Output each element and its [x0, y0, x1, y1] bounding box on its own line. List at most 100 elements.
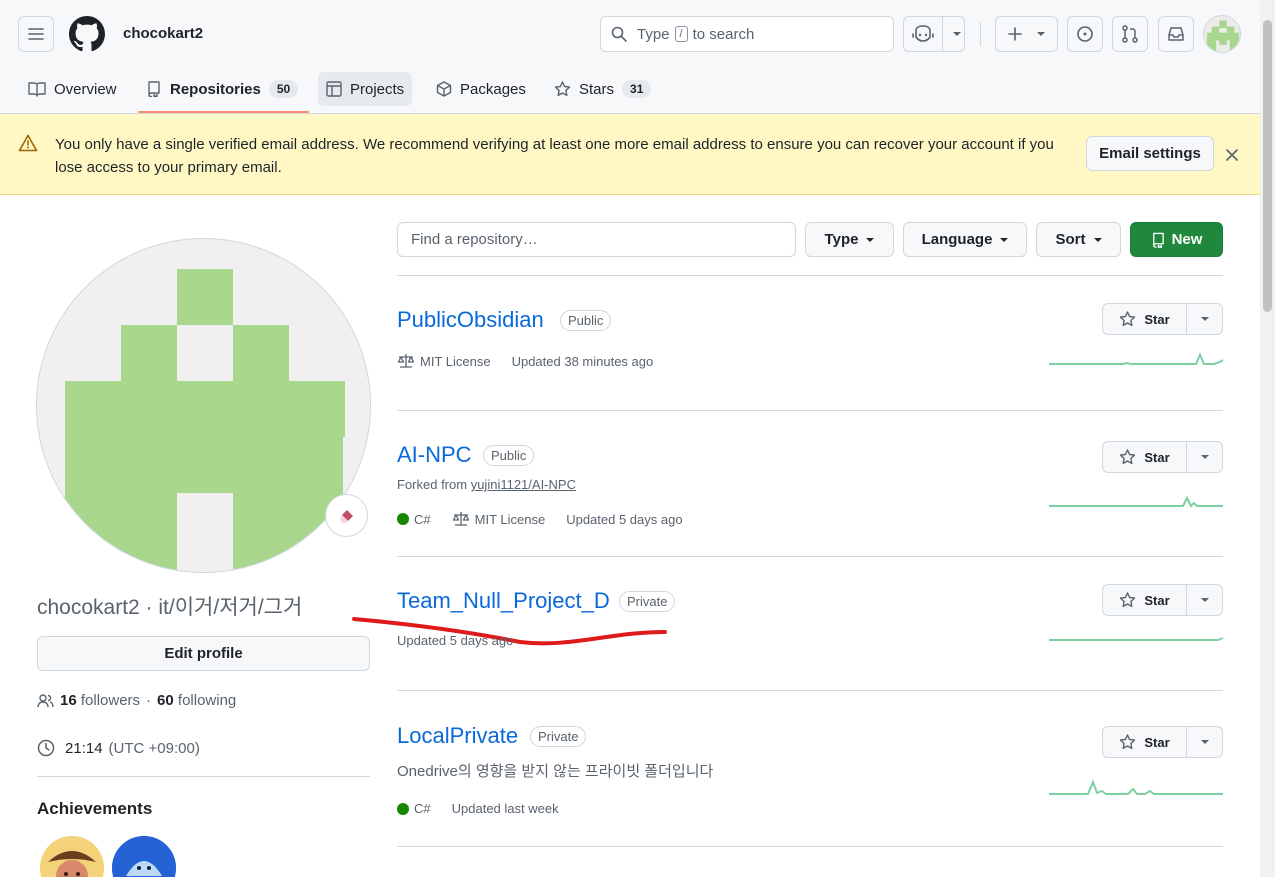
language-color-dot — [397, 802, 409, 815]
new-repository-label: New — [1171, 231, 1203, 248]
language-label: C# — [414, 801, 431, 816]
tab-packages[interactable]: Packages — [428, 72, 534, 106]
new-repository-button[interactable]: New — [1130, 222, 1223, 257]
username-breadcrumb[interactable]: chocokart2 — [123, 25, 203, 42]
type-filter-button[interactable]: Type — [805, 222, 894, 257]
language-filter-label: Language — [921, 231, 993, 248]
identicon-avatar — [1207, 20, 1239, 51]
github-logo-icon[interactable] — [69, 16, 105, 52]
forked-prefix: Forked from — [397, 477, 468, 492]
star-list-dropdown[interactable] — [1187, 727, 1222, 757]
tab-overview[interactable]: Overview — [20, 72, 125, 106]
achievement-badge-shark[interactable] — [112, 836, 176, 877]
star-icon — [554, 81, 571, 97]
language-color-dot — [397, 513, 409, 525]
caret-down-icon — [1000, 237, 1009, 242]
repo-name-link[interactable]: Team_Null_Project_D — [397, 588, 610, 614]
followers-link[interactable]: 16 followers — [60, 692, 140, 709]
language-filter-button[interactable]: Language — [903, 222, 1027, 257]
star-button-group: Star — [1102, 441, 1223, 473]
star-button[interactable]: Star — [1103, 442, 1187, 472]
search-key-hint: / — [674, 26, 688, 42]
star-label: Star — [1144, 734, 1170, 750]
repo-meta: Updated 5 days ago — [397, 633, 534, 648]
inbox-button[interactable] — [1158, 16, 1194, 52]
clock-icon — [37, 739, 55, 757]
page-scrollbar[interactable] — [1260, 0, 1275, 877]
package-icon — [436, 81, 452, 97]
issues-button[interactable] — [1067, 16, 1103, 52]
close-icon[interactable] — [1225, 148, 1239, 162]
cowboy-octocat-badge-icon — [40, 836, 104, 877]
law-icon — [452, 512, 469, 526]
repo-icon — [1152, 232, 1164, 248]
repo-divider — [397, 410, 1223, 411]
table-icon — [326, 81, 342, 97]
edit-profile-button[interactable]: Edit profile — [37, 636, 370, 671]
repo-description: Onedrive의 영향을 받지 않는 프라이빗 폴더입니다 — [397, 763, 714, 780]
language-info: C# — [397, 512, 431, 527]
forked-source-link[interactable]: yujini1121/AI-NPC — [471, 477, 576, 492]
tab-stars-label: Stars — [579, 80, 615, 98]
tab-projects[interactable]: Projects — [318, 72, 413, 106]
language-info: C# — [397, 801, 431, 816]
license-label: MIT License — [420, 353, 491, 369]
chevron-down-icon — [953, 32, 961, 36]
sidebar-divider — [37, 776, 370, 777]
scrollbar-thumb[interactable] — [1263, 20, 1272, 312]
star-button-group: Star — [1102, 303, 1223, 335]
inbox-icon — [1168, 27, 1184, 41]
caret-down-icon — [866, 237, 875, 242]
license-info: MIT License — [452, 511, 546, 527]
stars-count-badge: 31 — [622, 80, 652, 98]
email-settings-button[interactable]: Email settings — [1086, 136, 1214, 171]
status-emoji-button[interactable] — [325, 494, 368, 537]
repo-meta: MIT License Updated 38 minutes ago — [397, 353, 674, 369]
repo-name-link[interactable]: LocalPrivate — [397, 723, 518, 749]
banner-message: You only have a single verified email ad… — [55, 136, 1054, 176]
caret-down-icon — [1200, 740, 1209, 744]
sort-filter-button[interactable]: Sort — [1036, 222, 1121, 257]
achievement-badge-yolo[interactable] — [40, 836, 104, 877]
license-label: MIT License — [474, 511, 546, 527]
profile-avatar[interactable] — [36, 238, 371, 573]
star-list-dropdown[interactable] — [1187, 585, 1222, 615]
star-button[interactable]: Star — [1103, 585, 1187, 615]
tab-stars[interactable]: Stars 31 — [546, 72, 659, 106]
copilot-button[interactable] — [903, 16, 965, 52]
book-icon — [28, 82, 46, 97]
create-new-button[interactable] — [995, 16, 1058, 52]
star-list-dropdown[interactable] — [1187, 442, 1222, 472]
plus-icon — [1007, 27, 1022, 41]
license-info: MIT License — [397, 353, 491, 369]
achievements-heading: Achievements — [37, 799, 153, 818]
repo-name-link[interactable]: AI-NPC — [397, 442, 472, 468]
issue-opened-icon — [1077, 26, 1093, 42]
activity-sparkline — [1049, 779, 1223, 795]
sort-filter-label: Sort — [1055, 231, 1086, 248]
followers-row: 16 followers · 60 following — [37, 692, 236, 709]
star-icon — [1120, 734, 1136, 750]
star-list-dropdown[interactable] — [1187, 304, 1222, 334]
repo-meta: C# Updated last week — [397, 801, 580, 816]
law-icon — [397, 354, 415, 368]
visibility-badge: Private — [619, 591, 676, 612]
star-button[interactable]: Star — [1103, 727, 1187, 757]
active-tab-indicator — [138, 111, 309, 113]
menu-button[interactable] — [18, 16, 54, 52]
pull-requests-button[interactable] — [1112, 16, 1148, 52]
repo-divider — [397, 846, 1223, 847]
star-label: Star — [1144, 449, 1170, 465]
find-repository-input[interactable]: Find a repository… — [397, 222, 796, 257]
tab-repositories[interactable]: Repositories 50 — [138, 72, 306, 106]
repo-divider — [397, 556, 1223, 557]
profile-tabs: Overview Repositories 50 Projects Packag… — [0, 68, 1260, 114]
repo-name-link[interactable]: PublicObsidian — [397, 307, 544, 333]
caret-down-icon — [1200, 317, 1209, 321]
following-count: 60 — [157, 692, 174, 709]
user-avatar-button[interactable] — [1203, 15, 1241, 53]
star-button[interactable]: Star — [1103, 304, 1187, 334]
following-link[interactable]: 60 following — [157, 692, 236, 709]
followers-count: 16 — [60, 692, 77, 709]
search-input[interactable]: Type / to search — [600, 16, 894, 52]
